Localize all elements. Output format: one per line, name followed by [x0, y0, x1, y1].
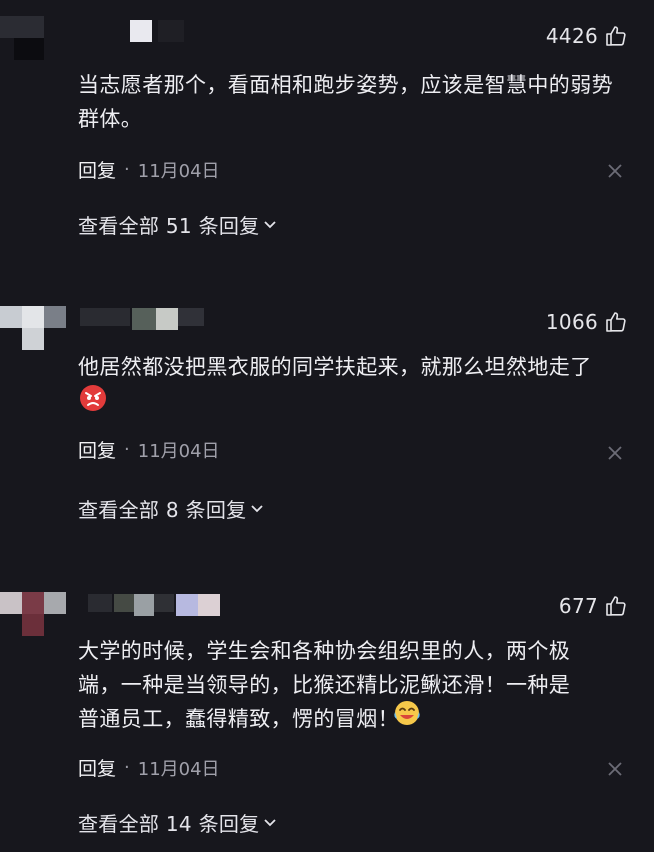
view-replies-label: 查看全部 14 条回复 — [78, 812, 260, 836]
avatar[interactable] — [0, 592, 66, 644]
like-count: 677 — [558, 594, 598, 618]
comment-meta: 回复 · 11月04日 — [78, 436, 220, 463]
chevron-down-icon — [264, 818, 277, 826]
username-redacted[interactable] — [80, 20, 280, 42]
comment-date: 11月04日 — [137, 758, 220, 780]
comment-meta: 回复 · 11月04日 — [78, 754, 220, 781]
comment-date: 11月04日 — [137, 160, 220, 182]
thumbs-up-icon — [606, 26, 626, 46]
like-button[interactable]: 1066 — [546, 310, 628, 334]
avatar[interactable] — [0, 306, 66, 358]
view-all-replies-button[interactable]: 查看全部 14 条回复 — [78, 808, 277, 837]
meta-separator: · — [124, 159, 130, 180]
like-button[interactable]: 677 — [559, 594, 628, 618]
username-redacted[interactable] — [80, 594, 250, 616]
view-all-replies-button[interactable]: 查看全部 8 条回复 — [78, 494, 264, 523]
view-replies-label: 查看全部 8 条回复 — [78, 498, 247, 522]
chevron-down-icon — [264, 220, 277, 228]
like-count: 1066 — [545, 310, 598, 334]
thumbs-up-icon — [606, 312, 626, 332]
close-icon[interactable] — [606, 760, 624, 778]
like-button[interactable]: 4426 — [546, 24, 628, 48]
thumbs-up-icon — [606, 596, 626, 616]
comment-text: 他居然都没把黑衣服的同学扶起来，就那么坦然地走了 — [78, 355, 592, 379]
reply-button[interactable]: 回复 — [78, 436, 116, 463]
close-icon[interactable] — [606, 444, 624, 462]
meta-separator: · — [124, 439, 130, 460]
view-replies-label: 查看全部 51 条回复 — [78, 214, 260, 238]
comment-text: 当志愿者那个，看面相和跑步姿势，应该是智慧中的弱势群体。 — [78, 73, 613, 131]
avatar[interactable] — [0, 14, 66, 66]
like-count: 4426 — [545, 24, 598, 48]
laughing-tears-emoji — [394, 701, 420, 725]
angry-face-emoji — [80, 385, 106, 411]
comment-text: 大学的时候，学生会和各种协会组织里的人，两个极端，一种是当领导的，比猴还精比泥鳅… — [78, 639, 571, 731]
comment-date: 11月04日 — [137, 440, 220, 462]
reply-button[interactable]: 回复 — [78, 754, 116, 781]
view-all-replies-button[interactable]: 查看全部 51 条回复 — [78, 210, 277, 239]
meta-separator: · — [124, 757, 130, 778]
username-redacted[interactable] — [80, 308, 280, 330]
comment-meta: 回复 · 11月04日 — [78, 156, 220, 183]
close-icon[interactable] — [606, 162, 624, 180]
reply-button[interactable]: 回复 — [78, 156, 116, 183]
chevron-down-icon — [251, 504, 264, 512]
